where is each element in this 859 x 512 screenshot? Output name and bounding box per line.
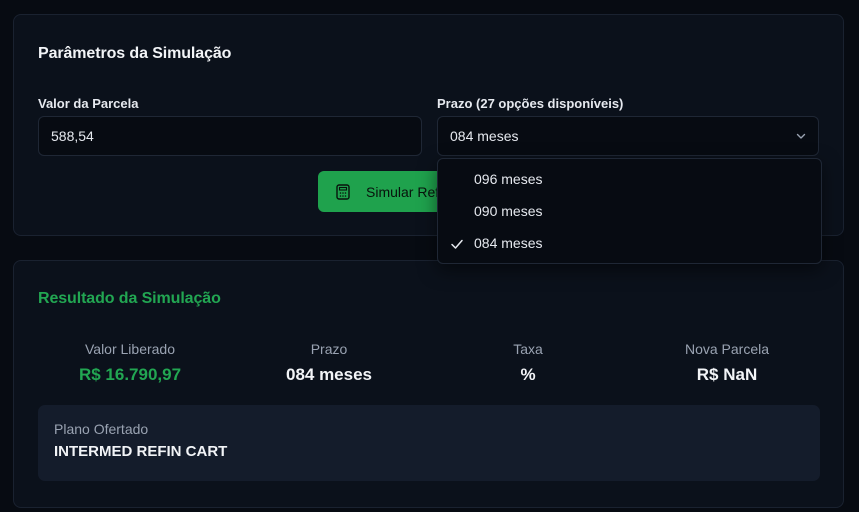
valor-parcela-label: Valor da Parcela bbox=[38, 96, 139, 111]
prazo-dropdown: 096 meses 090 meses 084 meses bbox=[437, 158, 822, 264]
prazo-select[interactable]: 084 meses bbox=[437, 116, 819, 156]
prazo-selected-value: 084 meses bbox=[450, 128, 519, 144]
plan-label: Plano Ofertado bbox=[54, 421, 149, 437]
dropdown-option-label: 096 meses bbox=[474, 171, 543, 187]
stat-label: Valor Liberado bbox=[84, 341, 176, 357]
stat-value: R$ NaN bbox=[696, 365, 758, 384]
chevron-down-icon bbox=[796, 131, 806, 141]
stat-taxa: Taxa % bbox=[428, 341, 628, 385]
valor-parcela-value: 588,54 bbox=[51, 128, 94, 144]
stat-label: Nova Parcela bbox=[684, 341, 770, 357]
simulation-result-card: Resultado da Simulação Valor Liberado R$… bbox=[13, 260, 844, 508]
check-icon bbox=[450, 237, 464, 251]
dropdown-option-label: 084 meses bbox=[474, 235, 543, 251]
stat-value: % bbox=[520, 365, 536, 384]
plan-value: INTERMED REFIN CART bbox=[54, 443, 228, 460]
result-stats: Valor Liberado R$ 16.790,97 Prazo 084 me… bbox=[14, 341, 845, 391]
calculator-icon bbox=[336, 183, 350, 200]
stat-nova-parcela: Nova Parcela R$ NaN bbox=[627, 341, 827, 385]
dropdown-option-label: 090 meses bbox=[474, 203, 543, 219]
dropdown-option[interactable]: 096 meses bbox=[438, 163, 821, 195]
simular-button-label: Simular Refi bbox=[366, 183, 443, 200]
stat-label: Prazo bbox=[310, 341, 348, 357]
prazo-label: Prazo (27 opções disponíveis) bbox=[437, 96, 624, 111]
stat-value: R$ 16.790,97 bbox=[78, 365, 182, 384]
valor-parcela-input[interactable]: 588,54 bbox=[38, 116, 422, 156]
dropdown-option[interactable]: 090 meses bbox=[438, 195, 821, 227]
stat-value: 084 meses bbox=[285, 365, 373, 384]
stat-prazo: Prazo 084 meses bbox=[229, 341, 429, 385]
stat-valor-liberado: Valor Liberado R$ 16.790,97 bbox=[30, 341, 230, 385]
plan-box: Plano Ofertado INTERMED REFIN CART bbox=[38, 405, 820, 481]
parameters-title: Parâmetros da Simulação bbox=[38, 45, 232, 62]
stat-label: Taxa bbox=[513, 341, 543, 357]
result-title: Resultado da Simulação bbox=[38, 290, 221, 307]
dropdown-option-selected[interactable]: 084 meses bbox=[438, 227, 821, 259]
